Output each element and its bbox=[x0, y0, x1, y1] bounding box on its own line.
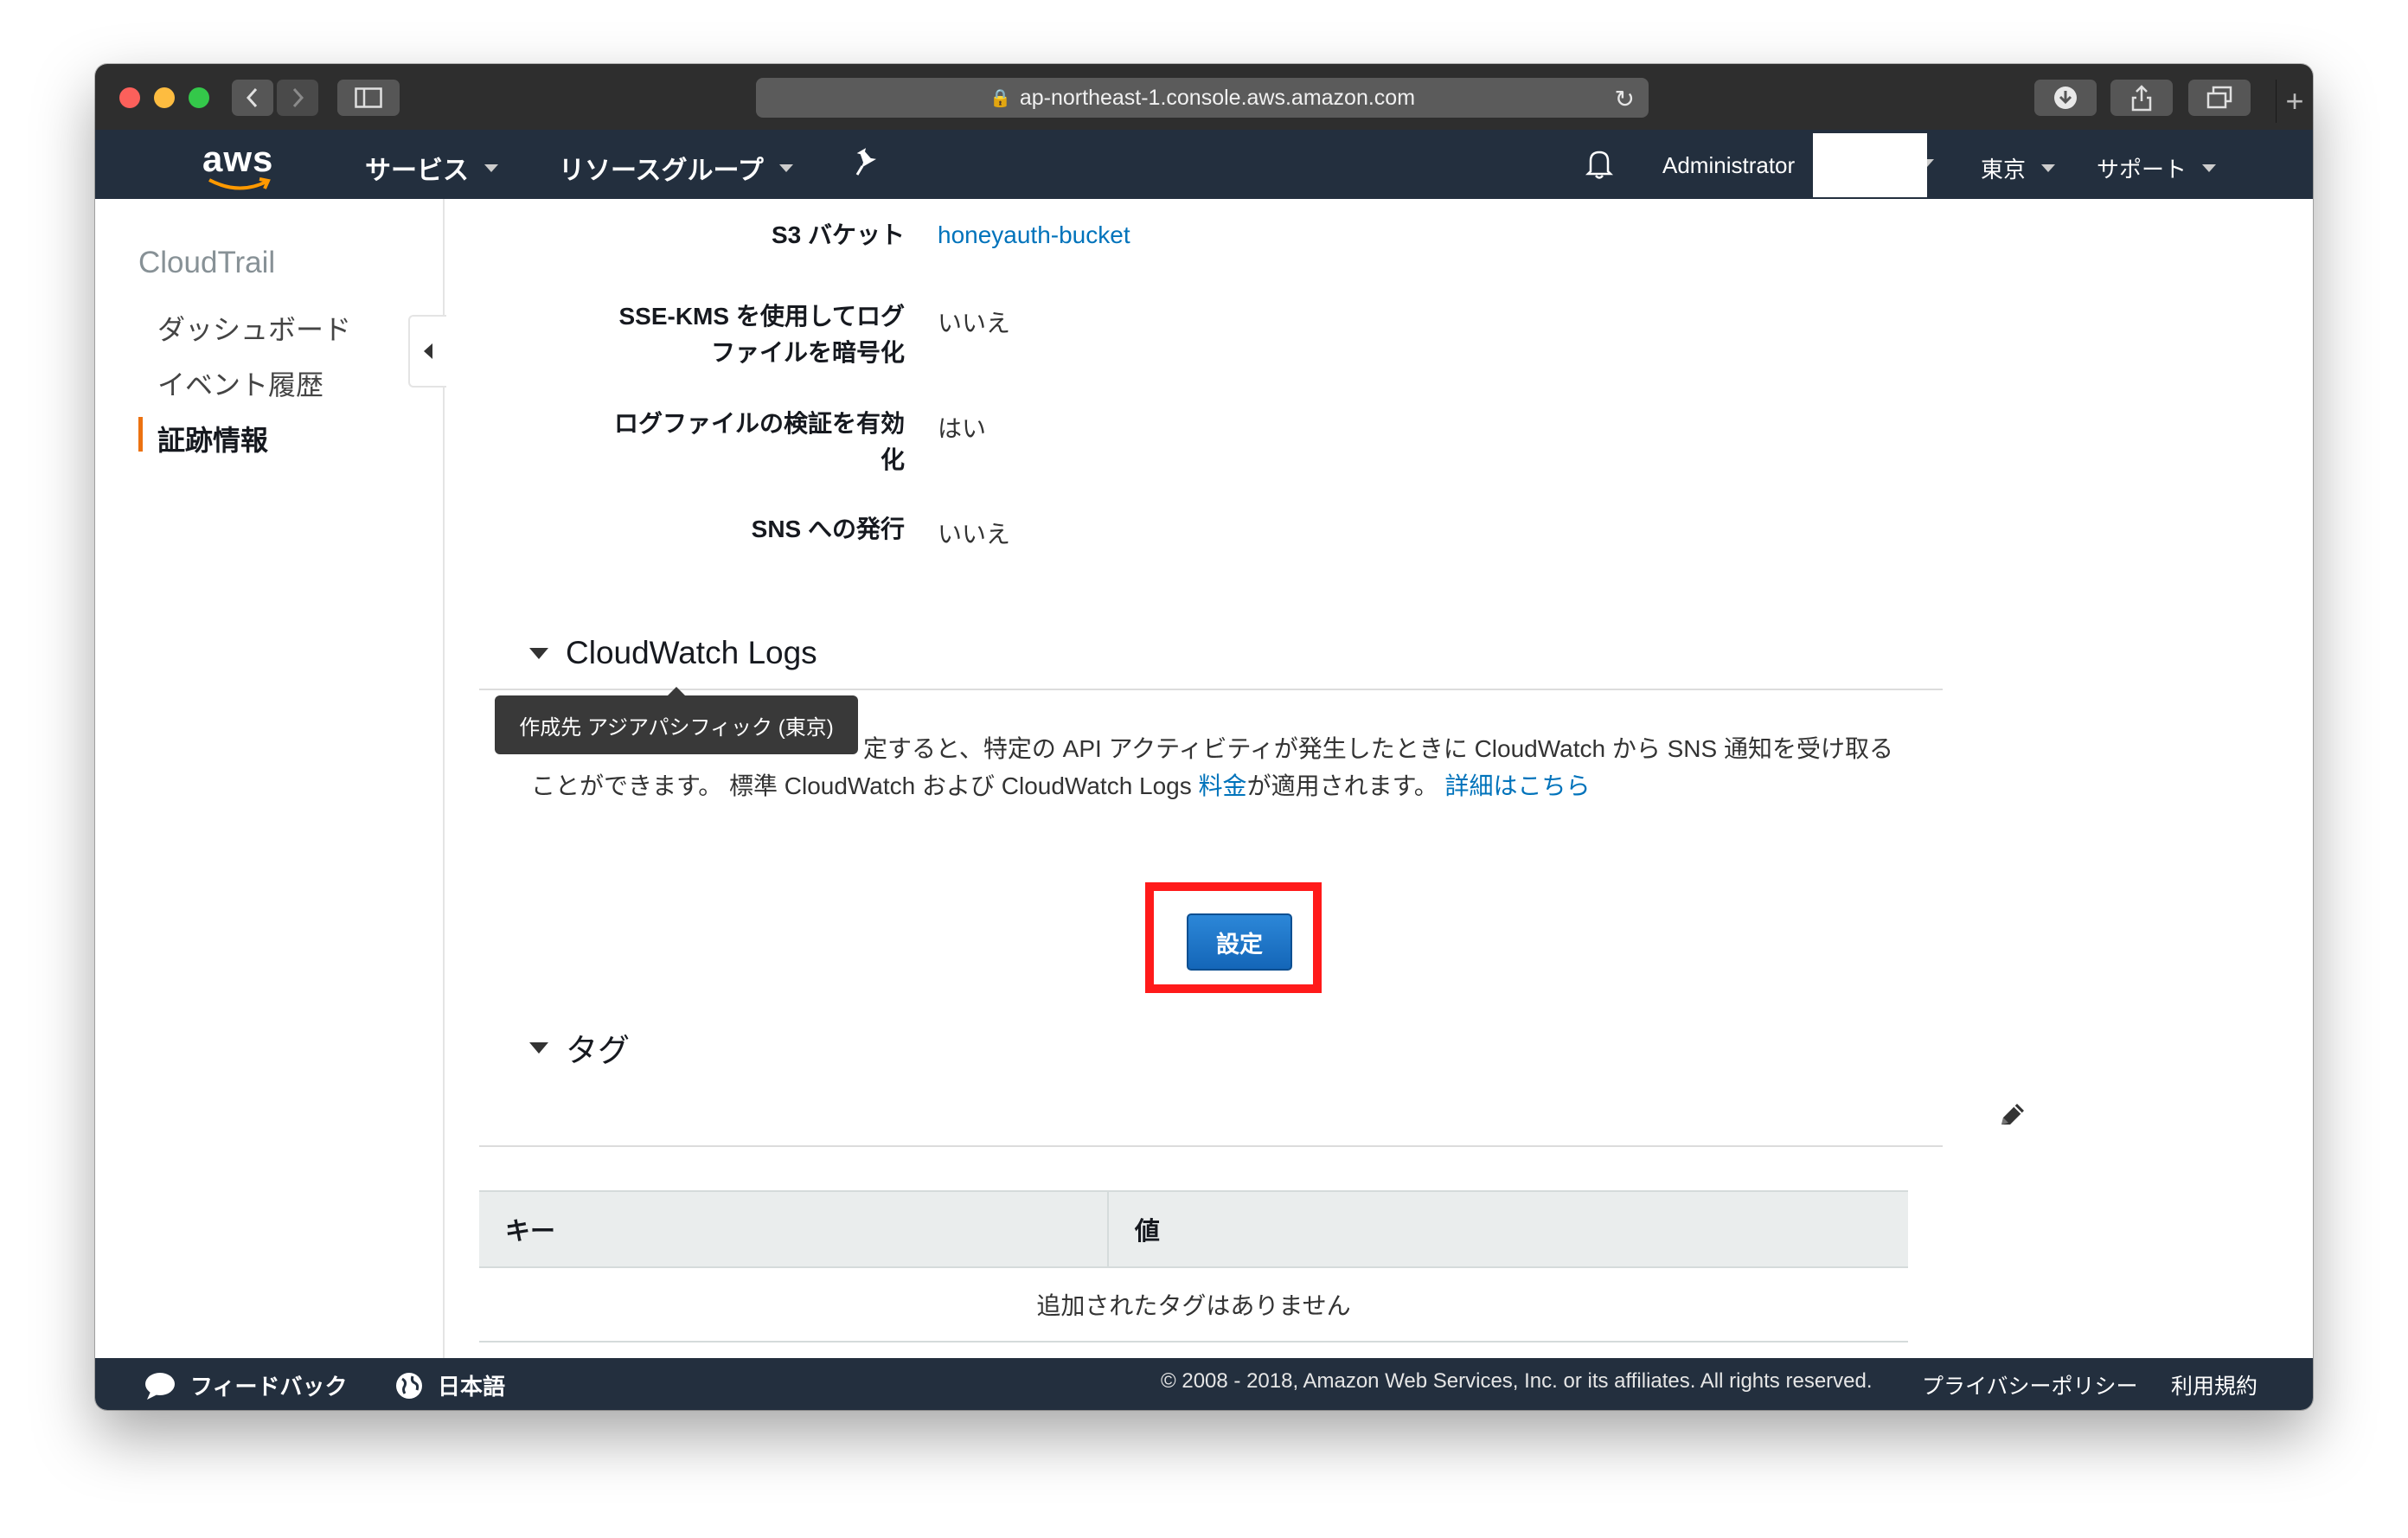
pin-button[interactable] bbox=[853, 147, 879, 176]
description-line2: ことができます。 標準 CloudWatch および CloudWatch Lo… bbox=[531, 772, 1591, 799]
globe-icon bbox=[396, 1372, 422, 1399]
configure-button[interactable]: 設定 bbox=[1187, 913, 1292, 971]
speech-bubble-icon bbox=[145, 1372, 175, 1400]
tooltip-arrow bbox=[668, 687, 685, 695]
terms-link[interactable]: 利用規約 bbox=[2171, 1369, 2258, 1400]
lock-icon: 🔒 bbox=[989, 88, 1011, 108]
feedback-button[interactable]: フィードバック bbox=[144, 1369, 347, 1401]
resource-groups-menu[interactable]: リソースグループ bbox=[559, 149, 793, 187]
language-selector[interactable]: 日本語 bbox=[394, 1369, 505, 1401]
log-validation-value: はい bbox=[938, 415, 987, 442]
log-validation-label-line2: 化 bbox=[880, 446, 905, 473]
chevron-down-icon bbox=[484, 163, 498, 172]
back-icon bbox=[246, 87, 258, 108]
aws-logo[interactable]: aws bbox=[199, 138, 277, 190]
table-row: 追加されたタグはありません bbox=[479, 1267, 1908, 1343]
cloudwatch-logs-toggle[interactable]: CloudWatch Logs bbox=[529, 635, 817, 671]
sse-kms-label-line1: SSE-KMS を使用してログ bbox=[618, 303, 905, 330]
account-menu[interactable]: Administrator bbox=[1662, 152, 1795, 179]
chevron-down-icon bbox=[2202, 164, 2217, 172]
sns-label: SNS への発行 bbox=[751, 516, 905, 542]
sidebar-item-trails[interactable]: 証跡情報 bbox=[157, 419, 268, 458]
address-bar[interactable]: 🔒 ap-northeast-1.console.aws.amazon.com … bbox=[756, 78, 1649, 118]
sse-kms-value: いいえ bbox=[938, 310, 1011, 336]
sidebar-icon bbox=[355, 87, 382, 108]
support-menu[interactable]: サポート bbox=[2097, 152, 2217, 184]
tabs-overview-button[interactable] bbox=[2188, 80, 2251, 116]
sidebar: CloudTrail ダッシュボード イベント履歴 証跡情報 bbox=[95, 199, 445, 1358]
s3-bucket-link[interactable]: honeyauth-bucket bbox=[938, 221, 1130, 249]
main-content: S3 バケット honeyauth-bucket SSE-KMS を使用してログ… bbox=[445, 199, 2313, 1358]
share-icon bbox=[2131, 85, 2152, 112]
forward-button[interactable] bbox=[277, 80, 318, 116]
bell-icon bbox=[1585, 151, 1614, 179]
sidebar-collapse-button[interactable] bbox=[408, 315, 446, 388]
share-button[interactable] bbox=[2110, 80, 2173, 116]
caret-down-icon bbox=[529, 1041, 548, 1054]
browser-window: 🔒 ap-northeast-1.console.aws.amazon.com … bbox=[95, 64, 2313, 1410]
column-header-key[interactable]: キー bbox=[479, 1190, 1108, 1268]
sidebar-item-dashboard[interactable]: ダッシュボード bbox=[157, 308, 351, 348]
copyright-text: © 2008 - 2018, Amazon Web Services, Inc.… bbox=[1161, 1369, 1873, 1393]
learn-more-link[interactable]: 詳細はこちら bbox=[1445, 772, 1591, 799]
forward-icon bbox=[292, 87, 304, 108]
active-indicator bbox=[138, 417, 143, 452]
caret-left-icon bbox=[424, 343, 432, 359]
empty-tags-message: 追加されたタグはありません bbox=[479, 1267, 1908, 1343]
sidebar-toggle-button[interactable] bbox=[337, 80, 400, 116]
chevron-down-icon bbox=[778, 163, 793, 172]
services-menu[interactable]: サービス bbox=[365, 149, 498, 187]
browser-toolbar: 🔒 ap-northeast-1.console.aws.amazon.com … bbox=[95, 64, 2313, 131]
close-window-button[interactable] bbox=[119, 87, 140, 108]
privacy-policy-link[interactable]: プライバシーポリシー bbox=[1922, 1369, 2138, 1400]
cloudwatch-logs-heading: CloudWatch Logs bbox=[566, 635, 817, 670]
download-icon bbox=[2054, 87, 2077, 109]
pricing-link[interactable]: 料金 bbox=[1199, 772, 1247, 799]
sse-kms-label-line2: ファイルを暗号化 bbox=[710, 339, 905, 366]
sidebar-title[interactable]: CloudTrail bbox=[138, 246, 275, 280]
edit-pencil-icon[interactable] bbox=[1995, 1099, 2029, 1133]
section-divider bbox=[479, 1145, 1943, 1147]
column-header-value[interactable]: 値 bbox=[1106, 1190, 1908, 1268]
pin-icon bbox=[855, 148, 877, 176]
download-button[interactable] bbox=[2034, 80, 2097, 116]
back-button[interactable] bbox=[232, 80, 273, 116]
chevron-down-icon bbox=[2041, 164, 2056, 172]
sidebar-item-event-history[interactable]: イベント履歴 bbox=[157, 363, 323, 403]
sns-value: いいえ bbox=[938, 521, 1011, 548]
log-validation-label-line1: ログファイルの検証を有効 bbox=[613, 410, 905, 437]
url-text: ap-northeast-1.console.aws.amazon.com bbox=[1019, 85, 1416, 110]
tabs-icon bbox=[2206, 86, 2232, 109]
reload-icon[interactable]: ↻ bbox=[1615, 85, 1635, 113]
notifications-button[interactable] bbox=[1585, 147, 1614, 180]
redaction-box bbox=[1813, 133, 1927, 197]
region-tooltip: 作成先 アジアパシフィック (東京) bbox=[495, 687, 858, 754]
tags-toggle[interactable]: タグ bbox=[529, 1024, 630, 1071]
new-tab-icon[interactable]: + bbox=[2276, 80, 2313, 123]
table-header-row: キー 値 bbox=[479, 1190, 1908, 1268]
tags-table: キー 値 追加されたタグはありません bbox=[479, 1190, 1908, 1343]
minimize-window-button[interactable] bbox=[154, 87, 175, 108]
aws-smile-icon bbox=[208, 177, 271, 190]
tags-heading: タグ bbox=[566, 1033, 630, 1068]
region-menu[interactable]: 東京 bbox=[1981, 152, 2056, 184]
section-divider bbox=[479, 689, 1943, 690]
caret-down-icon bbox=[529, 647, 548, 659]
aws-navbar: aws サービス リソースグループ Administrator 東京 サポート bbox=[95, 130, 2313, 199]
console-footer: フィードバック 日本語 © 2008 - 2018, Amazon Web Se… bbox=[95, 1358, 2313, 1410]
s3-bucket-label: S3 バケット bbox=[771, 221, 905, 248]
zoom-window-button[interactable] bbox=[189, 87, 209, 108]
